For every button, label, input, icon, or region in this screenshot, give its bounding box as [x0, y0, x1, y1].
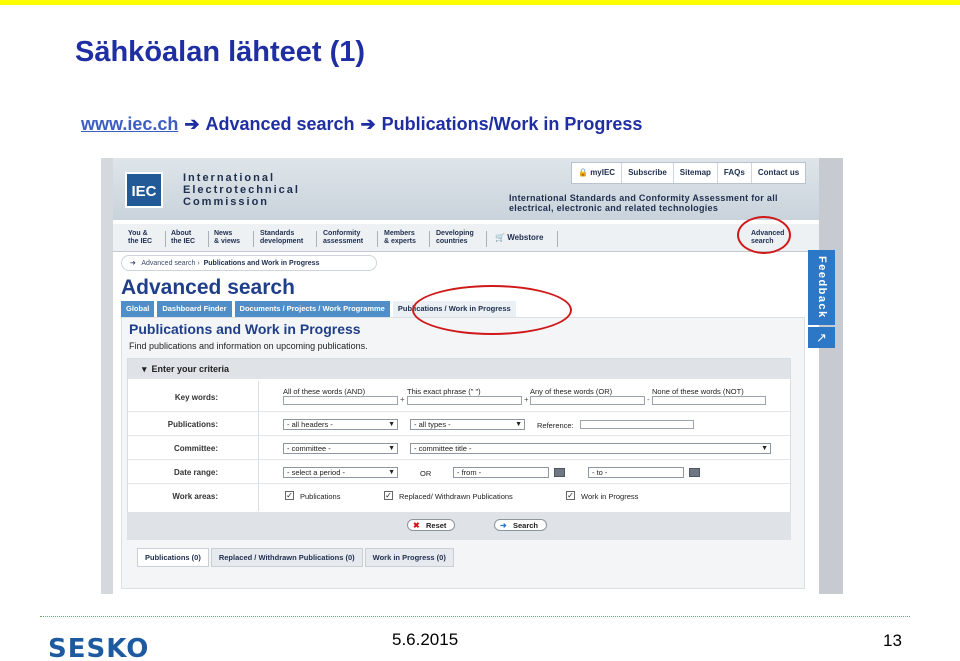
nav-you-and-iec[interactable]: You & the IEC: [128, 230, 152, 246]
committee-title-select[interactable]: - committee title - ▼: [410, 443, 771, 454]
iec-logo[interactable]: IEC: [125, 172, 163, 208]
nav-news-views[interactable]: News & views: [214, 230, 240, 246]
replaced-checkbox-label: Replaced/ Withdrawn Publications: [399, 492, 513, 501]
kw-any-label: Any of these words (OR): [530, 387, 613, 396]
or-label: OR: [420, 469, 432, 478]
kw-all-label: All of these words (AND): [283, 387, 366, 396]
page-number: 13: [883, 631, 902, 650]
arrow-icon: ➔: [184, 114, 200, 134]
breadcrumb-current: Publications and Work in Progress: [203, 260, 320, 267]
tab-documents-projects[interactable]: Documents / Projects / Work Programme: [234, 301, 390, 317]
top-link-contact[interactable]: Contact us: [750, 163, 805, 183]
label-keywords: Key words:: [174, 393, 218, 402]
top-link-faqs[interactable]: FAQs: [716, 163, 751, 183]
from-date-input[interactable]: - from -: [453, 467, 549, 478]
publications-checkbox-label: Publications: [300, 492, 341, 501]
result-tab-publications[interactable]: Publications (0): [137, 548, 209, 567]
chevron-down-icon: ▼: [761, 445, 768, 452]
to-date-input[interactable]: - to -: [588, 467, 684, 478]
kw-none-input[interactable]: [652, 396, 766, 405]
calendar-icon[interactable]: [689, 468, 700, 477]
navigation-path: www.iec.ch ➔ Advanced search ➔ Publications/…: [81, 114, 642, 135]
iec-tagline: International Standards and Conformity A…: [509, 193, 778, 213]
result-tab-replaced[interactable]: Replaced / Withdrawn Publications (0): [210, 548, 363, 567]
headers-select[interactable]: - all headers - ▼: [283, 419, 398, 430]
chevron-down-icon: ▼: [515, 421, 522, 428]
arrow-right-icon: ➜: [500, 521, 507, 530]
slide-title: Sähköalan lähteet (1): [75, 36, 366, 68]
label-publications: Publications:: [167, 420, 218, 429]
chevron-down-icon: ▼: [388, 469, 395, 476]
button-bar: ✖ Reset ➜ Search: [127, 512, 791, 540]
chevron-down-icon: ▼: [388, 421, 395, 428]
kw-any-input[interactable]: [530, 396, 645, 405]
tab-dashboard-finder[interactable]: Dashboard Finder: [157, 301, 232, 317]
reference-input[interactable]: [580, 420, 694, 429]
reset-button[interactable]: ✖ Reset: [407, 519, 456, 531]
publications-checkbox[interactable]: ✓: [285, 491, 294, 500]
label-work-areas: Work areas:: [172, 492, 218, 501]
label-date-range: Date range:: [173, 468, 218, 477]
calendar-icon[interactable]: [554, 468, 565, 477]
iec-main-nav: You & the IEC About the IEC News & views…: [113, 224, 819, 252]
page-heading: Advanced search: [121, 276, 295, 299]
kw-none-label: None of these words (NOT): [652, 387, 744, 396]
committee-select[interactable]: - committee - ▼: [283, 443, 398, 454]
share-icon[interactable]: ↗: [808, 327, 835, 348]
criteria-header[interactable]: ▾ Enter your criteria: [128, 359, 790, 379]
breadcrumb-advanced-search[interactable]: Advanced search: [141, 260, 195, 267]
nav-developing-countries[interactable]: Developing countries: [436, 230, 474, 246]
reference-label: Reference:: [537, 421, 574, 430]
footer-rule: [40, 616, 910, 617]
section-subtitle: Find publications and information on upc…: [129, 341, 368, 351]
top-link-sitemap[interactable]: Sitemap: [672, 163, 717, 183]
highlight-advanced-search: [737, 216, 791, 254]
iec-link[interactable]: www.iec.ch: [81, 114, 178, 134]
feedback-tab[interactable]: Feedback: [808, 250, 835, 325]
slide-date: 5.6.2015: [392, 630, 459, 649]
result-tab-wip[interactable]: Work in Progress (0): [364, 548, 454, 567]
label-committee: Committee:: [173, 444, 218, 453]
search-button[interactable]: ➜ Search: [494, 519, 548, 531]
iec-org-name: International Electrotechnical Commissio…: [183, 172, 300, 208]
result-tabs: Publications (0) Replaced / Withdrawn Pu…: [137, 548, 456, 567]
replaced-checkbox[interactable]: ✓: [384, 491, 393, 500]
section-title: Publications and Work in Progress: [129, 321, 361, 337]
period-select[interactable]: - select a period - ▼: [283, 467, 398, 478]
top-link-myiec[interactable]: 🔒 myIEC: [572, 163, 621, 183]
kw-all-input[interactable]: [283, 396, 398, 405]
sesko-logo: SESKO: [48, 634, 150, 661]
nav-conformity-assessment[interactable]: Conformity assessment: [323, 230, 363, 246]
path-step-advanced-search: Advanced search: [205, 114, 355, 134]
scroll-strip: [819, 158, 843, 594]
iec-top-links: 🔒 myIEC Subscribe Sitemap FAQs Contact u…: [571, 162, 807, 184]
tab-global[interactable]: Global: [121, 301, 155, 317]
types-select[interactable]: - all types - ▼: [410, 419, 525, 430]
slide-top-bar: [0, 0, 960, 5]
iec-screenshot: IEC International Electrotechnical Commi…: [101, 158, 843, 594]
kw-exact-label: This exact phrase (" "): [407, 387, 481, 396]
iec-header: IEC International Electrotechnical Commi…: [113, 158, 819, 220]
nav-standards-development[interactable]: Standards development: [260, 230, 303, 246]
nav-about-iec[interactable]: About the IEC: [171, 230, 195, 246]
top-link-subscribe[interactable]: Subscribe: [621, 163, 673, 183]
wip-checkbox-label: Work in Progress: [581, 492, 639, 501]
breadcrumb-arrow-icon: ➜: [130, 260, 136, 267]
wip-checkbox[interactable]: ✓: [566, 491, 575, 500]
path-step-publications: Publications/Work in Progress: [381, 114, 643, 134]
nav-members-experts[interactable]: Members & experts: [384, 230, 416, 246]
arrow-icon: ➔: [360, 114, 376, 134]
kw-exact-input[interactable]: [407, 396, 522, 405]
chevron-down-icon: ▼: [388, 445, 395, 452]
close-icon: ✖: [413, 521, 420, 530]
breadcrumb: ➜ Advanced search › Publications and Wor…: [121, 255, 377, 271]
iec-page: IEC International Electrotechnical Commi…: [113, 158, 819, 594]
highlight-publications-tab: [412, 285, 572, 335]
nav-webstore[interactable]: 🛒 Webstore: [495, 234, 544, 242]
